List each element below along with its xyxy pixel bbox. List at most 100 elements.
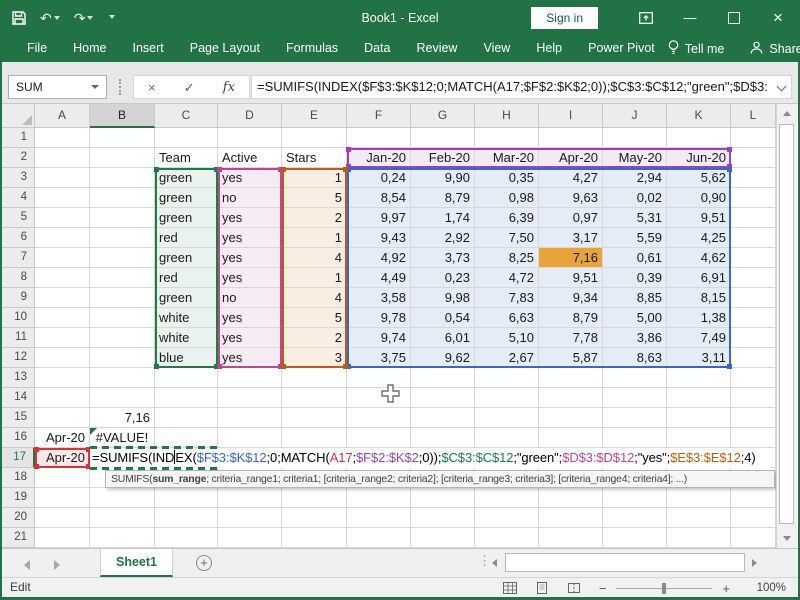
cell-B10[interactable] xyxy=(90,308,155,328)
customize-quick-access-toolbar-icon[interactable] xyxy=(107,9,115,27)
cell-L11[interactable] xyxy=(731,328,776,348)
range-handle[interactable] xyxy=(727,364,732,369)
cell-G21[interactable] xyxy=(411,528,475,548)
cell-J15[interactable] xyxy=(603,408,667,428)
cell-A9[interactable] xyxy=(35,288,90,308)
zoom-out-icon[interactable]: − xyxy=(599,582,607,595)
cell-D19[interactable] xyxy=(218,488,282,508)
cell-I13[interactable] xyxy=(539,368,603,388)
cell-D16[interactable] xyxy=(218,428,282,448)
cell-E2[interactable]: Stars xyxy=(282,148,347,168)
cell-F21[interactable] xyxy=(347,528,411,548)
range-highlight-f2-k2[interactable] xyxy=(347,148,731,168)
range-highlight-d3-d12[interactable] xyxy=(218,168,282,368)
cell-C2[interactable]: Team xyxy=(155,148,218,168)
cancel-icon[interactable]: × xyxy=(148,81,156,94)
cell-B11[interactable] xyxy=(90,328,155,348)
row-header-1[interactable]: 1 xyxy=(0,128,35,148)
cell-H15[interactable] xyxy=(475,408,539,428)
cell-H21[interactable] xyxy=(475,528,539,548)
row-header-2[interactable]: 2 xyxy=(0,148,35,168)
cell-B2[interactable] xyxy=(90,148,155,168)
cell-A16[interactable]: Apr-20 xyxy=(35,428,90,448)
range-handle[interactable] xyxy=(217,167,222,172)
cell-A15[interactable] xyxy=(35,408,90,428)
cell-C15[interactable] xyxy=(155,408,218,428)
cell-F20[interactable] xyxy=(347,508,411,528)
cell-D15[interactable] xyxy=(218,408,282,428)
cell-C1[interactable] xyxy=(155,128,218,148)
column-header-F[interactable]: F xyxy=(347,104,411,128)
ribbon-tab-data[interactable]: Data xyxy=(351,35,403,62)
range-highlight-e3-e12[interactable] xyxy=(282,168,347,368)
cell-D13[interactable] xyxy=(218,368,282,388)
cell-L9[interactable] xyxy=(731,288,776,308)
cell-C13[interactable] xyxy=(155,368,218,388)
redo-icon[interactable]: ↷ xyxy=(74,11,94,25)
cell-C16[interactable] xyxy=(155,428,218,448)
horizontal-scroll-thumb[interactable] xyxy=(505,553,745,572)
formula-input[interactable]: =SUMIFS(INDEX($F$3:$K$12;0;MATCH(A17;$F$… xyxy=(251,75,792,99)
cell-A3[interactable] xyxy=(35,168,90,188)
cell-I19[interactable] xyxy=(539,488,603,508)
row-header-18[interactable]: 18 xyxy=(0,468,35,488)
hscroll-right-icon[interactable] xyxy=(752,559,757,567)
zoom-slider[interactable] xyxy=(616,588,712,589)
scroll-down-icon[interactable] xyxy=(783,536,791,541)
range-highlight-a17[interactable] xyxy=(35,448,90,468)
cell-B12[interactable] xyxy=(90,348,155,368)
cell-L3[interactable] xyxy=(731,168,776,188)
range-handle[interactable] xyxy=(217,364,222,369)
cell-A4[interactable] xyxy=(35,188,90,208)
cell-B1[interactable] xyxy=(90,128,155,148)
cell-G14[interactable] xyxy=(411,388,475,408)
range-handle[interactable] xyxy=(727,167,732,172)
cell-L16[interactable] xyxy=(731,428,776,448)
cell-L20[interactable] xyxy=(731,508,776,528)
redo-dropdown-icon[interactable] xyxy=(87,16,93,20)
cell-L14[interactable] xyxy=(731,388,776,408)
cell-E13[interactable] xyxy=(282,368,347,388)
cell-B6[interactable] xyxy=(90,228,155,248)
row-header-8[interactable]: 8 xyxy=(0,268,35,288)
cell-F1[interactable] xyxy=(347,128,411,148)
range-handle[interactable] xyxy=(343,167,348,172)
cell-L15[interactable] xyxy=(731,408,776,428)
cell-C14[interactable] xyxy=(155,388,218,408)
cell-B20[interactable] xyxy=(90,508,155,528)
row-header-3[interactable]: 3 xyxy=(0,168,35,188)
range-handle[interactable] xyxy=(154,167,159,172)
cell-H14[interactable] xyxy=(475,388,539,408)
cell-J13[interactable] xyxy=(603,368,667,388)
range-handle[interactable] xyxy=(281,167,286,172)
select-all-corner[interactable] xyxy=(0,104,35,128)
row-header-21[interactable]: 21 xyxy=(0,528,35,548)
cell-K16[interactable] xyxy=(667,428,731,448)
next-sheet-icon[interactable] xyxy=(54,560,60,570)
range-handle[interactable] xyxy=(281,364,286,369)
range-handle[interactable] xyxy=(34,464,39,469)
cell-L6[interactable] xyxy=(731,228,776,248)
cell-D14[interactable] xyxy=(218,388,282,408)
sign-in-button[interactable]: Sign in xyxy=(531,7,598,29)
cell-B9[interactable] xyxy=(90,288,155,308)
column-header-B[interactable]: B xyxy=(90,104,155,128)
cell-E14[interactable] xyxy=(282,388,347,408)
cell-L19[interactable] xyxy=(731,488,776,508)
column-header-H[interactable]: H xyxy=(475,104,539,128)
cell-A11[interactable] xyxy=(35,328,90,348)
insert-function-icon[interactable]: fx xyxy=(223,81,235,94)
scroll-up-icon[interactable] xyxy=(783,111,791,116)
vertical-scroll-thumb[interactable] xyxy=(779,124,794,524)
cell-J19[interactable] xyxy=(603,488,667,508)
cell-K13[interactable] xyxy=(667,368,731,388)
column-header-I[interactable]: I xyxy=(539,104,603,128)
close-button[interactable]: × xyxy=(756,0,800,35)
range-handle[interactable] xyxy=(346,147,351,152)
cell-F13[interactable] xyxy=(347,368,411,388)
cell-B4[interactable] xyxy=(90,188,155,208)
cell-L8[interactable] xyxy=(731,268,776,288)
name-box[interactable]: SUM xyxy=(8,75,107,99)
cell-B3[interactable] xyxy=(90,168,155,188)
row-header-6[interactable]: 6 xyxy=(0,228,35,248)
